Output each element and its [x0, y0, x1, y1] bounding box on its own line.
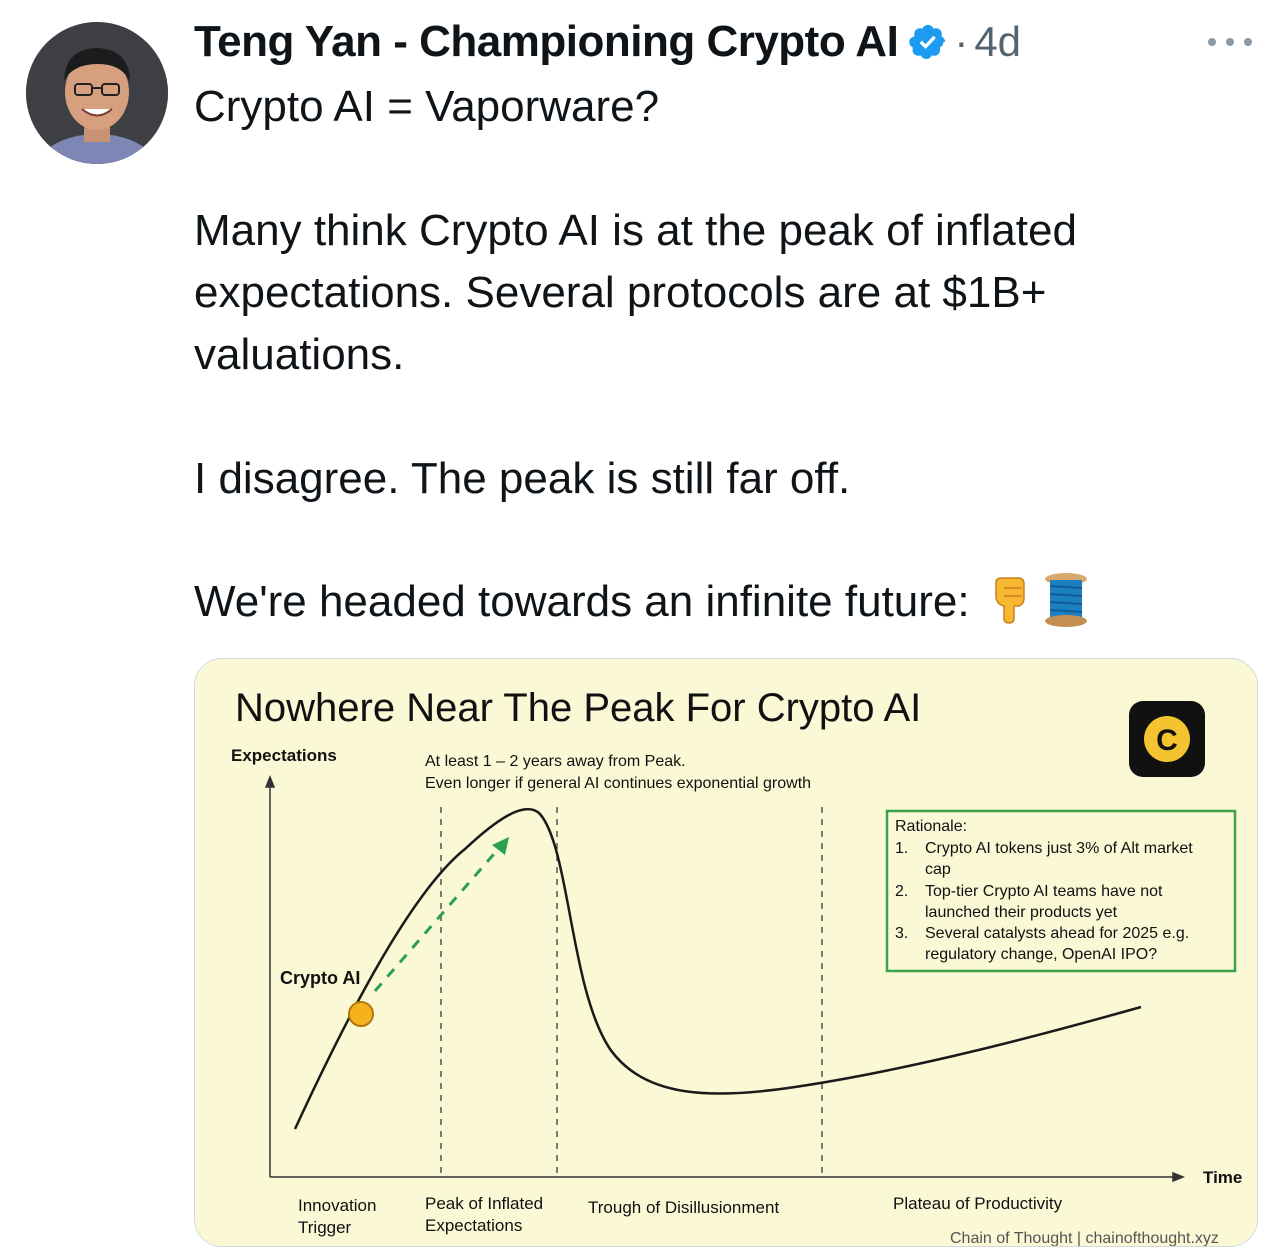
- annotation-line: Even longer if general AI continues expo…: [425, 775, 811, 792]
- tweet-time[interactable]: 4d: [974, 18, 1021, 66]
- chart-image-card[interactable]: Nowhere Near The Peak For Crypto AI C Ex…: [194, 658, 1258, 1247]
- rationale-number: 3.: [895, 925, 908, 942]
- tweet-text-line: I disagree. The peak is still far off.: [194, 454, 851, 503]
- tweet-text-line: Crypto AI = Vaporware?: [194, 82, 660, 131]
- tweet-text-line: We're headed towards an infinite future:: [194, 571, 1254, 633]
- phase-label: Trigger: [298, 1218, 352, 1237]
- author-avatar[interactable]: [26, 22, 168, 164]
- rationale-number: 2.: [895, 883, 908, 900]
- rationale-item: launched their products yet: [925, 904, 1118, 921]
- rationale-item: Crypto AI tokens just 3% of Alt market: [925, 840, 1193, 857]
- chart-title: Nowhere Near The Peak For Crypto AI: [235, 686, 921, 730]
- rationale-item: cap: [925, 861, 951, 878]
- rationale-item: regulatory change, OpenAI IPO?: [925, 946, 1157, 963]
- phase-label: Innovation: [298, 1196, 376, 1215]
- phase-label: Expectations: [425, 1216, 522, 1235]
- verified-badge-icon: [908, 22, 948, 62]
- phase-label: Plateau of Productivity: [893, 1194, 1063, 1213]
- rationale-item: Several catalysts ahead for 2025 e.g.: [925, 925, 1189, 942]
- more-options-icon[interactable]: [1208, 28, 1252, 56]
- marker-label: Crypto AI: [280, 968, 360, 988]
- logo-letter: C: [1156, 724, 1178, 757]
- phase-label: Trough of Disillusionment: [588, 1198, 779, 1217]
- chart-logo: C: [1129, 701, 1205, 777]
- phase-label: Peak of Inflated: [425, 1194, 543, 1213]
- tweet-header: Teng Yan - Championing Crypto AI · 4d: [194, 14, 1021, 70]
- spool-of-thread-icon: [1042, 572, 1090, 628]
- y-axis-label: Expectations: [231, 746, 337, 765]
- crypto-ai-marker: [348, 1001, 374, 1027]
- separator-dot: ·: [954, 18, 969, 65]
- backhand-index-pointing-down-icon: [988, 576, 1032, 624]
- rationale-number: 1.: [895, 840, 908, 857]
- gartner-hype-cycle-chart: Nowhere Near The Peak For Crypto AI C Ex…: [195, 659, 1257, 1246]
- rationale-title: Rationale:: [895, 818, 967, 835]
- rationale-item: Top-tier Crypto AI teams have not: [925, 883, 1163, 900]
- tweet-text-line: Many think Crypto AI is at the peak of i…: [194, 206, 1077, 379]
- tweet-text-last: We're headed towards an infinite future:: [194, 577, 970, 626]
- author-name[interactable]: Teng Yan - Championing Crypto AI: [194, 17, 899, 67]
- chart-footer: Chain of Thought | chainofthought.xyz: [950, 1230, 1219, 1246]
- annotation-line: At least 1 – 2 years away from Peak.: [425, 753, 686, 770]
- x-axis-label: Time: [1203, 1168, 1242, 1187]
